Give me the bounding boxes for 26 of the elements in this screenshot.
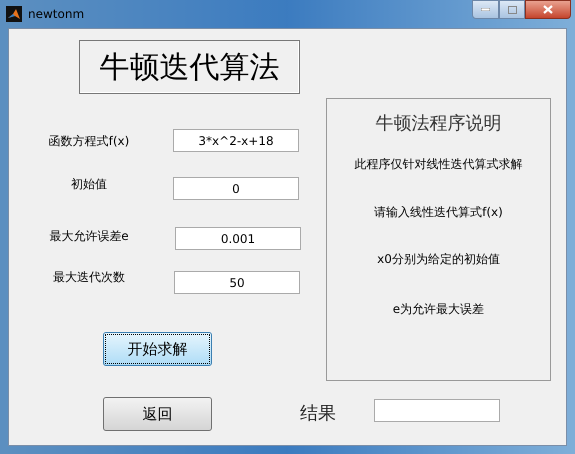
description-text: x0分别为给定的初始值 [376,251,501,268]
app-icon [6,6,22,22]
param-field[interactable]: 3*x^2-x+18 [173,129,299,152]
app-heading: 牛顿迭代算法 [79,40,300,94]
start-button[interactable]: 开始求解 [103,332,212,366]
result-label: 结果 [300,402,336,426]
param-label: 函数方程式f(x) [48,133,130,150]
description-text: e为允许最大误差 [392,301,486,318]
param-label: 最大迭代次数 [52,269,126,286]
close-icon [543,5,553,14]
param-label: 初始值 [70,176,108,193]
back-button[interactable]: 返回 [103,397,212,431]
param-field[interactable]: 0.001 [175,227,301,250]
description-text: 此程序仅针对线性迭代算式求解 [354,156,524,173]
maximize-button[interactable] [499,0,525,19]
description-text: 请输入线性迭代算式f(x) [373,204,504,221]
param-label: 最大允许误差e [48,228,130,245]
minimize-button[interactable] [472,0,499,19]
param-field[interactable]: 0 [173,177,299,200]
param-field[interactable]: 50 [174,271,300,294]
maximize-icon [508,6,516,14]
close-button[interactable] [525,0,571,19]
panel-title: 牛顿法程序说明 [374,112,502,136]
minimize-icon [481,8,490,11]
window-title: newtonm [28,6,84,23]
result-field[interactable] [374,399,500,422]
